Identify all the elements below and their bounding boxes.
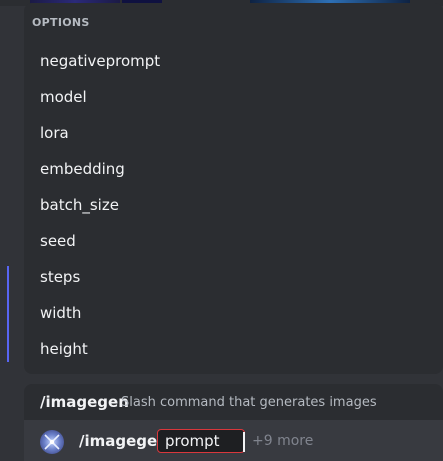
mention-highlight-bar [7, 266, 9, 362]
option-embedding[interactable]: embedding [24, 152, 443, 186]
bot-avatar-icon [40, 430, 64, 454]
command-name: /imagegen [40, 393, 129, 411]
options-header: OPTIONS [32, 16, 90, 29]
option-steps[interactable]: steps [24, 260, 443, 294]
text-caret [243, 432, 245, 452]
parameter-name-label: prompt [165, 432, 220, 450]
message-input-bar[interactable]: /imagegen prompt +9 more [24, 420, 443, 461]
option-label: seed [40, 232, 76, 250]
option-label: height [40, 340, 88, 358]
option-label: model [40, 88, 87, 106]
prompt-parameter-field[interactable]: prompt [157, 429, 245, 453]
option-label: width [40, 304, 82, 322]
option-batch-size[interactable]: batch_size [24, 188, 443, 222]
option-label: negativeprompt [40, 52, 161, 70]
more-options-count[interactable]: +9 more [252, 433, 313, 449]
option-label: steps [40, 268, 81, 286]
option-height[interactable]: height [24, 332, 443, 366]
options-popup: OPTIONS negativeprompt model lora embedd… [24, 3, 443, 374]
command-description-bar[interactable]: /imagegen Slash command that generates i… [24, 384, 443, 420]
app-root: OPTIONS negativeprompt model lora embedd… [0, 0, 443, 461]
option-width[interactable]: width [24, 296, 443, 330]
option-model[interactable]: model [24, 80, 443, 114]
command-description: Slash command that generates images [121, 395, 377, 410]
input-command-text: /imagegen [79, 432, 168, 450]
option-seed[interactable]: seed [24, 224, 443, 258]
option-label: lora [40, 124, 69, 142]
option-label: batch_size [40, 196, 119, 214]
option-lora[interactable]: lora [24, 116, 443, 150]
option-label: embedding [40, 160, 125, 178]
option-negativeprompt[interactable]: negativeprompt [24, 44, 443, 78]
